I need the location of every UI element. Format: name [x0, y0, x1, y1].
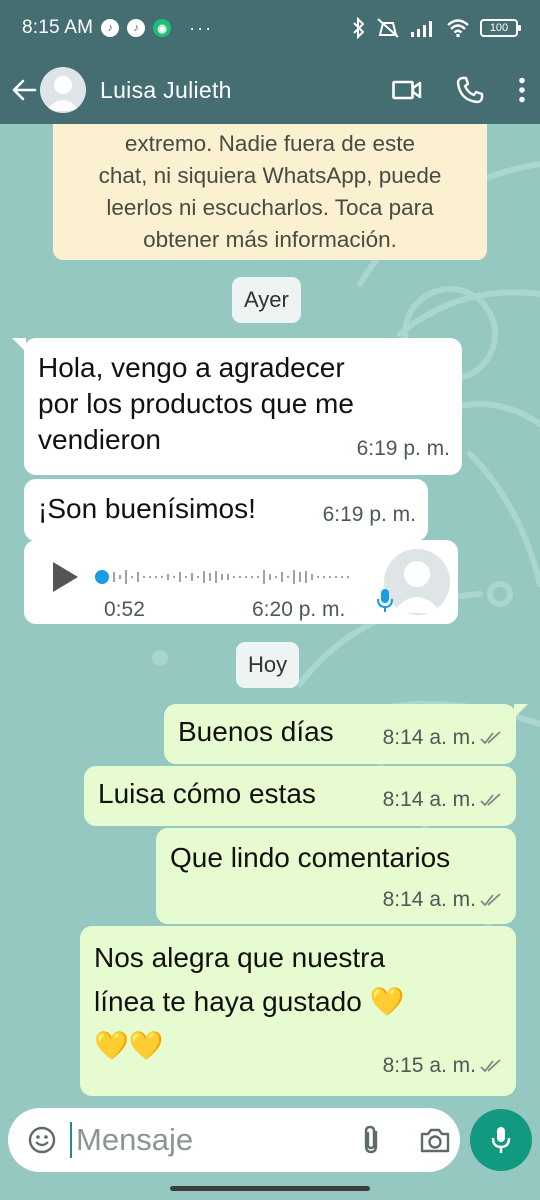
notice-line: leerlos ni escucharlos. Toca para: [106, 195, 434, 220]
contact-avatar[interactable]: [40, 67, 86, 113]
date-chip-today: Hoy: [236, 642, 300, 688]
message-bubble-outgoing[interactable]: Nos alegra que nuestra línea te haya gus…: [80, 926, 516, 1096]
more-options-button[interactable]: [518, 77, 526, 103]
double-check-icon: [480, 731, 501, 745]
message-meta: 8:14 a. m.: [383, 782, 502, 818]
bluetooth-icon: [353, 17, 365, 39]
message-time: 8:14 a. m.: [382, 788, 476, 811]
contact-name[interactable]: Luisa Julieth: [100, 77, 232, 104]
message-bubble-outgoing[interactable]: Que lindo comentarios 8:14 a. m.: [156, 828, 516, 924]
battery-icon: 100: [480, 19, 521, 37]
status-time: 8:15 AM: [22, 17, 94, 38]
message-bubble-incoming[interactable]: ¡Son buenísimos! 6:19 p. m.: [24, 479, 428, 541]
status-bar: 8:15 AM ♪ ♪ ◉ ··· 100: [0, 0, 540, 56]
message-time: 6:20 p. m.: [252, 598, 346, 621]
date-chip-yesterday: Ayer: [232, 277, 301, 323]
message-text: Que lindo comentarios: [170, 842, 451, 873]
message-input[interactable]: [70, 1122, 340, 1158]
more-vert-icon: [519, 77, 525, 103]
message-bubble-outgoing[interactable]: Buenos días 8:14 a. m.: [164, 704, 528, 764]
video-call-icon: [392, 80, 422, 100]
tiktok-icon: ♪: [127, 19, 146, 37]
attach-icon[interactable]: [360, 1125, 382, 1155]
message-time: 6:19 p. m.: [356, 437, 450, 460]
message-time: 8:14 a. m.: [382, 726, 476, 749]
notice-line: obtener más información.: [143, 227, 397, 252]
notice-line: chat, ni siquiera WhatsApp, puede: [98, 163, 442, 188]
double-check-icon: [480, 893, 501, 907]
voice-duration: 0:52: [104, 598, 145, 621]
vpn-icon: ◉: [153, 19, 172, 37]
video-call-button[interactable]: [392, 79, 422, 101]
more-notifications-icon: ···: [189, 17, 214, 38]
chat-app-bar: Luisa Julieth: [0, 56, 540, 124]
message-text: Hola, vengo a agradecer: [38, 352, 345, 383]
notice-line: extremo. Nadie fuera de este: [124, 131, 416, 156]
arrow-left-icon: [12, 79, 37, 101]
back-button[interactable]: [10, 70, 38, 110]
mic-icon: [491, 1127, 511, 1153]
encryption-notice[interactable]: extremo. Nadie fuera de este chat, ni si…: [53, 124, 487, 260]
message-meta: 8:14 a. m.: [383, 720, 502, 756]
mic-icon: [377, 589, 393, 612]
message-time: 6:19 p. m.: [322, 503, 416, 526]
wifi-icon: [447, 19, 469, 38]
message-bubble-incoming[interactable]: Hola, vengo a agradecer por los producto…: [12, 338, 462, 475]
message-text: Nos alegra que nuestra: [94, 942, 386, 973]
voice-message-bubble[interactable]: 0:52 6:20 p. m.: [24, 540, 458, 624]
voice-waveform[interactable]: [94, 566, 356, 588]
gesture-home-bar[interactable]: [170, 1186, 370, 1191]
play-icon[interactable]: [50, 560, 80, 594]
double-check-icon: [480, 1059, 501, 1073]
vibrate-off-icon: [377, 18, 399, 38]
signal-icon: [411, 21, 432, 37]
voice-call-button[interactable]: [456, 76, 484, 104]
message-meta: 8:15 a. m.: [383, 1044, 502, 1088]
top-bar: 8:15 AM ♪ ♪ ◉ ··· 100 Luisa Julieth: [0, 0, 540, 124]
voice-record-button[interactable]: [470, 1109, 532, 1171]
chat-area[interactable]: extremo. Nadie fuera de este chat, ni si…: [0, 124, 540, 1100]
message-text: por los productos que me: [38, 388, 354, 419]
phone-icon: [456, 76, 484, 104]
message-text: línea te haya gustado 💛: [94, 986, 405, 1017]
emoji-icon[interactable]: [28, 1126, 56, 1154]
message-input-bar: [8, 1108, 460, 1172]
message-bubble-outgoing[interactable]: Luisa cómo estas 8:14 a. m.: [84, 766, 516, 826]
message-meta: 8:14 a. m.: [383, 882, 502, 918]
message-time: 8:14 a. m.: [382, 888, 476, 911]
camera-icon[interactable]: [420, 1127, 450, 1153]
tiktok-icon: ♪: [101, 19, 120, 37]
message-time: 8:15 a. m.: [382, 1054, 476, 1077]
default-avatar-icon: [46, 76, 80, 111]
double-check-icon: [480, 793, 501, 807]
